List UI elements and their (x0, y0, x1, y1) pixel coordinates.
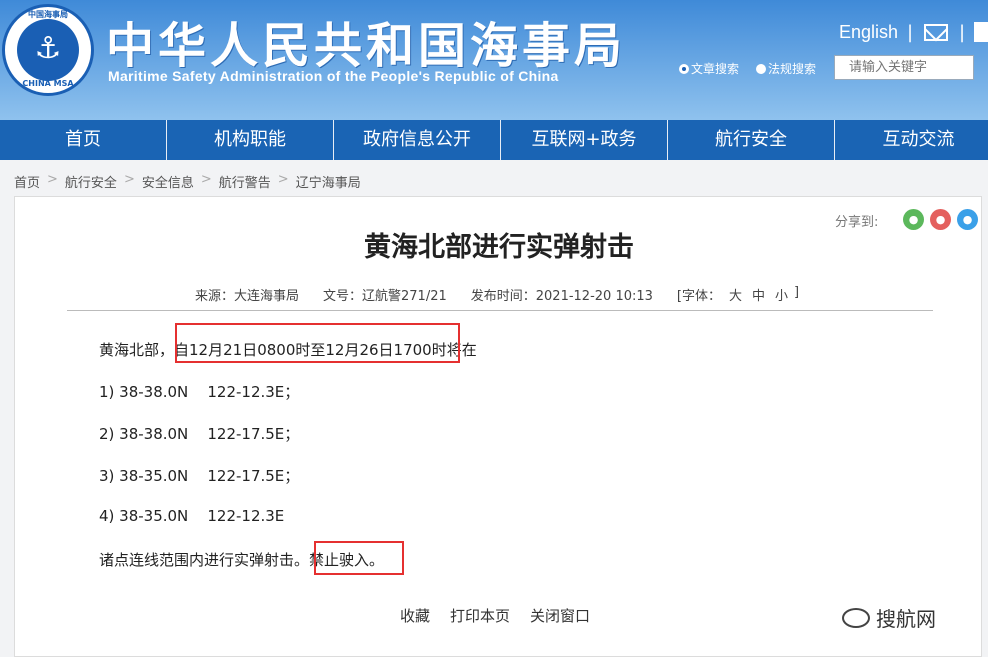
print-link[interactable]: 打印本页 (450, 605, 510, 626)
breadcrumb-separator: > (200, 172, 212, 187)
breadcrumb-item[interactable]: 首页 (14, 172, 40, 191)
mail-icon[interactable] (924, 24, 948, 41)
breadcrumb-item[interactable]: 辽宁海事局 (296, 172, 361, 191)
breadcrumb-separator: > (47, 172, 58, 187)
font-size-medium[interactable]: 中 (752, 285, 765, 304)
coordinate-point: 3) 38-35.0N 122-17.5E； (99, 467, 300, 485)
document-icon[interactable] (974, 22, 988, 42)
site-title-en: Maritime Safety Administration of the Pe… (108, 68, 559, 84)
meta-doc-no: 文号：辽航警271/21 (323, 289, 447, 304)
closing-text: 诸点连线范围内进行实弹射击。 (99, 551, 310, 569)
breadcrumb-item[interactable]: 航行安全 (65, 172, 117, 191)
article-panel: 分享到: ● ● ● 黄海北部进行实弹射击 来源：大连海事局 文号：辽航警271… (14, 196, 982, 657)
wechat-watermark-icon (842, 607, 870, 628)
search-input[interactable] (834, 55, 974, 80)
nav-item-interaction[interactable]: 互动交流 (835, 120, 988, 160)
article-meta: 来源：大连海事局 文号：辽航警271/21 发布时间：2021-12-20 10… (195, 285, 799, 304)
intro-prefix: 黄海北部， (99, 341, 175, 359)
radio-selected-icon[interactable] (679, 63, 689, 74)
nav-item-navigation-safety[interactable]: 航行安全 (668, 120, 835, 160)
meta-source: 来源：大连海事局 (195, 289, 300, 304)
breadcrumb: 首页 > 航行安全 > 安全信息 > 航行警告 > 辽宁海事局 (14, 172, 361, 191)
header-separator: | (907, 22, 914, 43)
msa-logo[interactable]: 中国海事局 ⚓ CHINA MSA (2, 4, 94, 96)
main-nav: 首页 机构职能 政府信息公开 互联网+政务 航行安全 互动交流 (0, 120, 988, 160)
search-option-article-label: 文章搜索 (691, 62, 740, 76)
anchor-icon: ⚓ (34, 31, 62, 66)
site-title-cn: 中华人民共和国海事局 (106, 18, 627, 74)
search-option-article[interactable]: 文章搜索 (679, 60, 739, 77)
font-size-label: [字体： (676, 289, 721, 304)
breadcrumb-item[interactable]: 安全信息 (142, 172, 194, 191)
favorite-link[interactable]: 收藏 (400, 605, 430, 626)
watermark: 搜航网 (842, 603, 936, 632)
english-link[interactable]: English (839, 22, 898, 43)
font-size-small[interactable]: 小 (775, 285, 788, 304)
radio-unselected-icon[interactable] (756, 63, 766, 74)
coordinate-point: 1) 38-38.0N 122-12.3E； (99, 383, 300, 401)
article-footer-links: 收藏 打印本页 关闭窗口 (400, 605, 610, 626)
nav-item-home[interactable]: 首页 (0, 120, 167, 160)
breadcrumb-item[interactable]: 航行警告 (219, 172, 271, 191)
site-header: 中国海事局 ⚓ CHINA MSA 中华人民共和国海事局 Maritime Sa… (0, 0, 988, 120)
highlight-box-warning (314, 541, 404, 575)
logo-emblem: ⚓ (17, 19, 79, 81)
nav-item-gov-info[interactable]: 政府信息公开 (334, 120, 501, 160)
breadcrumb-separator: > (123, 172, 135, 187)
search-option-law-label: 法规搜索 (768, 62, 817, 76)
logo-text-bottom: CHINA MSA (22, 79, 74, 88)
close-window-link[interactable]: 关闭窗口 (530, 605, 590, 626)
watermark-text: 搜航网 (876, 607, 936, 631)
highlight-box-time (175, 323, 460, 363)
font-size-close: ] (794, 285, 800, 300)
header-separator: | (959, 22, 966, 43)
font-size-large[interactable]: 大 (729, 285, 742, 304)
nav-item-functions[interactable]: 机构职能 (167, 120, 334, 160)
meta-publish-time: 发布时间：2021-12-20 10:13 (470, 289, 653, 304)
coordinate-point: 2) 38-38.0N 122-17.5E； (99, 425, 300, 443)
nav-item-internet-gov[interactable]: 互联网+政务 (501, 120, 668, 160)
coordinate-point: 4) 38-35.0N 122-12.3E (99, 507, 285, 525)
search-option-law[interactable]: 法规搜索 (756, 60, 816, 77)
meta-divider (67, 310, 933, 311)
breadcrumb-separator: > (277, 172, 289, 187)
article-title: 黄海北部进行实弹射击 (364, 232, 634, 263)
